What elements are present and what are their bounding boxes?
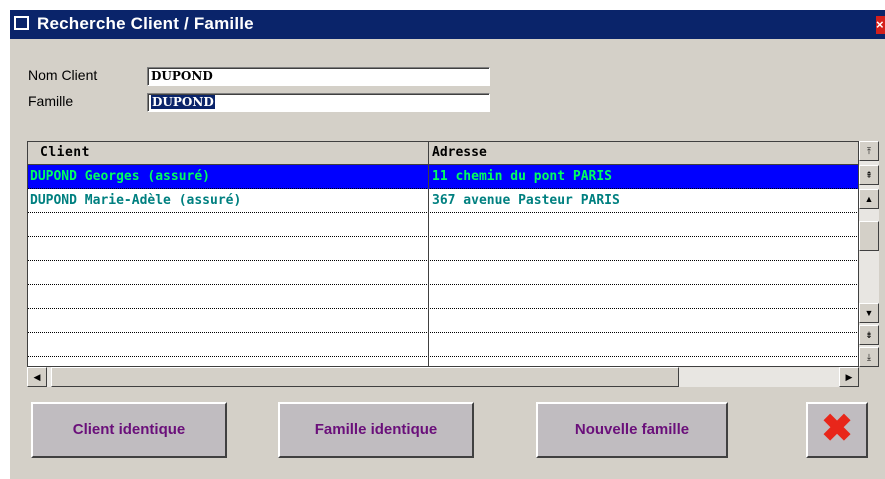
adresse-cell: 367 avenue Pasteur PARIS [432, 193, 620, 208]
scroll-last-icon[interactable]: ⤓ [859, 347, 879, 367]
scroll-up-icon[interactable]: ▲ [859, 189, 879, 209]
client-table[interactable]: Client Adresse DUPOND Georges (assuré) 1… [27, 141, 859, 367]
table-row-empty[interactable] [28, 237, 858, 261]
famille-value: DUPOND [151, 95, 215, 109]
window-title: Recherche Client / Famille [37, 14, 254, 33]
famille-label: Famille [28, 93, 74, 109]
table-row-empty[interactable] [28, 309, 858, 333]
table-row[interactable]: DUPOND Georges (assuré) 11 chemin du pon… [28, 165, 858, 189]
table-row-empty[interactable] [28, 285, 858, 309]
nom-client-input[interactable]: DUPOND [147, 67, 490, 86]
horizontal-scroll-thumb[interactable] [51, 367, 679, 387]
vertical-scrollbar[interactable]: ⤒ ⇞ ▲ ▼ ⇟ ⤓ [859, 141, 879, 367]
scroll-left-icon[interactable]: ◀ [27, 367, 47, 387]
column-divider [428, 142, 429, 366]
window-icon [14, 16, 29, 30]
famille-input[interactable]: DUPOND [147, 93, 490, 112]
adresse-cell: 11 chemin du pont PARIS [432, 169, 613, 184]
scroll-first-icon[interactable]: ⤒ [859, 141, 879, 161]
column-header-adresse[interactable]: Adresse [432, 145, 487, 160]
table-row-empty[interactable] [28, 213, 858, 237]
nom-client-label: Nom Client [28, 67, 98, 83]
table-row[interactable]: DUPOND Marie-Adèle (assuré) 367 avenue P… [28, 189, 858, 213]
client-cell: DUPOND Marie-Adèle (assuré) [30, 193, 242, 208]
scroll-down-icon[interactable]: ▼ [859, 303, 879, 323]
cancel-button[interactable]: ✖ [806, 402, 868, 458]
close-icon[interactable]: × [876, 16, 885, 34]
table-row-empty[interactable] [28, 333, 858, 357]
scroll-thumb[interactable] [859, 221, 879, 251]
title-bar: Recherche Client / Famille × [10, 10, 885, 39]
close-x-icon: ✖ [821, 408, 853, 450]
client-cell: DUPOND Georges (assuré) [30, 169, 211, 184]
table-header: Client Adresse [28, 142, 858, 165]
nouvelle-famille-button[interactable]: Nouvelle famille [536, 402, 728, 458]
scroll-right-icon[interactable]: ▶ [839, 367, 859, 387]
column-header-client[interactable]: Client [40, 145, 90, 160]
famille-identique-button[interactable]: Famille identique [278, 402, 474, 458]
horizontal-scrollbar[interactable]: ◀ ▶ [27, 367, 859, 387]
scroll-page-up-icon[interactable]: ⇞ [859, 165, 879, 185]
search-dialog: Recherche Client / Famille × Nom Client … [10, 10, 885, 479]
table-row-empty[interactable] [28, 261, 858, 285]
nom-client-value: DUPOND [151, 69, 213, 83]
scroll-page-down-icon[interactable]: ⇟ [859, 325, 879, 345]
client-identique-button[interactable]: Client identique [31, 402, 227, 458]
